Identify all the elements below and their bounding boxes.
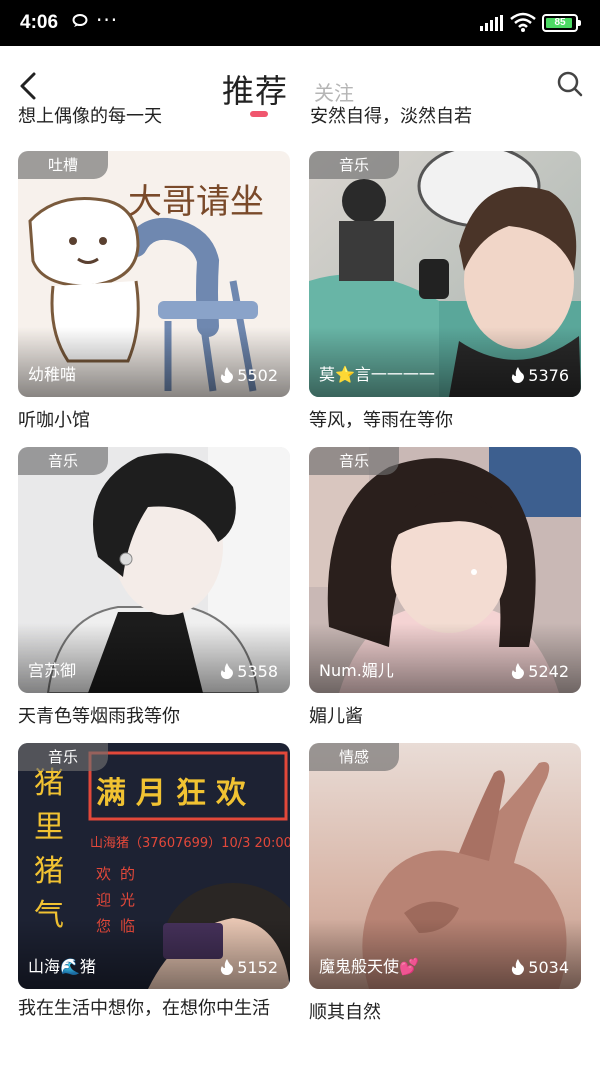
card-title[interactable]: 媚儿酱 [309,702,363,728]
host-name: 宫苏御 [28,661,77,680]
host-name: 莫⭐言一一一一 [319,365,435,384]
back-arrow-icon[interactable] [14,70,42,102]
host-name: 魔鬼般天使💕 [319,957,419,976]
wifi-icon [510,12,536,32]
battery-icon: 85 [542,14,581,32]
card-title[interactable]: 天青色等烟雨我等你 [18,702,180,728]
search-icon[interactable] [556,70,584,98]
fire-icon [221,367,234,383]
status-time: 4:06 [20,12,59,33]
card-title[interactable]: 等风，等雨在等你 [309,406,453,432]
host-name: Num.媚儿 [319,661,394,680]
art-info-text: 山海猪（37607699）10/3 20:00 [90,836,290,851]
battery-level: 85 [554,17,566,28]
category-tag: 音乐 [309,151,399,179]
fire-icon [512,367,525,383]
category-tag: 音乐 [309,447,399,475]
status-bar: 4:06 ··· 85 [0,0,600,46]
fire-icon [221,959,234,975]
popularity-count: 5152 [220,958,278,977]
popularity-count: 5376 [511,366,569,385]
svg-text:的: 的 [120,865,135,883]
fire-icon [512,663,525,679]
host-name: 幼稚喵 [28,365,77,384]
popularity-count: 5358 [220,662,278,681]
svg-text:光: 光 [120,891,135,909]
category-tag: 音乐 [18,447,108,475]
category-tag: 吐槽 [18,151,108,179]
card-title[interactable]: 顺其自然 [309,998,381,1024]
svg-text:迎: 迎 [96,891,111,909]
category-tag: 音乐 [18,743,108,771]
svg-text:里: 里 [34,810,64,845]
room-card[interactable]: 情感 魔鬼般天使💕 5034 [309,743,581,989]
popularity-count: 5502 [220,366,278,385]
tab-recommend[interactable]: 推荐 [222,66,288,112]
popularity-count: 5034 [511,958,569,977]
category-tag: 情感 [309,743,399,771]
signal-icon [480,15,503,31]
room-card[interactable]: 音乐 莫⭐言一一一一 5376 [309,151,581,397]
svg-text:欢: 欢 [96,865,111,883]
room-card[interactable]: 满月狂欢 猪 里 猪 气 山海猪（37607699）10/3 20:00 欢 的… [18,743,290,989]
svg-text:猪: 猪 [34,766,64,801]
partial-card-title-right[interactable]: 安然自得，淡然自若 [310,106,472,138]
room-card[interactable]: 大哥请坐 吐槽 幼稚喵 5502 [18,151,290,397]
card-art-text: 大哥请坐 [128,182,264,222]
message-icon [72,14,88,27]
more-dots-icon: ··· [96,8,119,32]
art-banner-text: 满月狂欢 [96,776,256,811]
active-tab-indicator [250,111,268,117]
fire-icon [221,663,234,679]
host-name: 山海🌊猪 [28,957,96,976]
partial-card-title-left[interactable]: 想上偶像的每一天 [18,106,162,138]
room-card[interactable]: 音乐 宫苏御 5358 [18,447,290,693]
fire-icon [512,959,525,975]
room-card[interactable]: 音乐 Num.媚儿 5242 [309,447,581,693]
tab-follow[interactable]: 关注 [314,77,354,106]
card-title[interactable]: 听咖小馆 [18,406,90,432]
card-title[interactable]: 我在生活中想你，在想你中生活 [18,994,290,1038]
popularity-count: 5242 [511,662,569,681]
svg-text:猪: 猪 [34,854,64,889]
